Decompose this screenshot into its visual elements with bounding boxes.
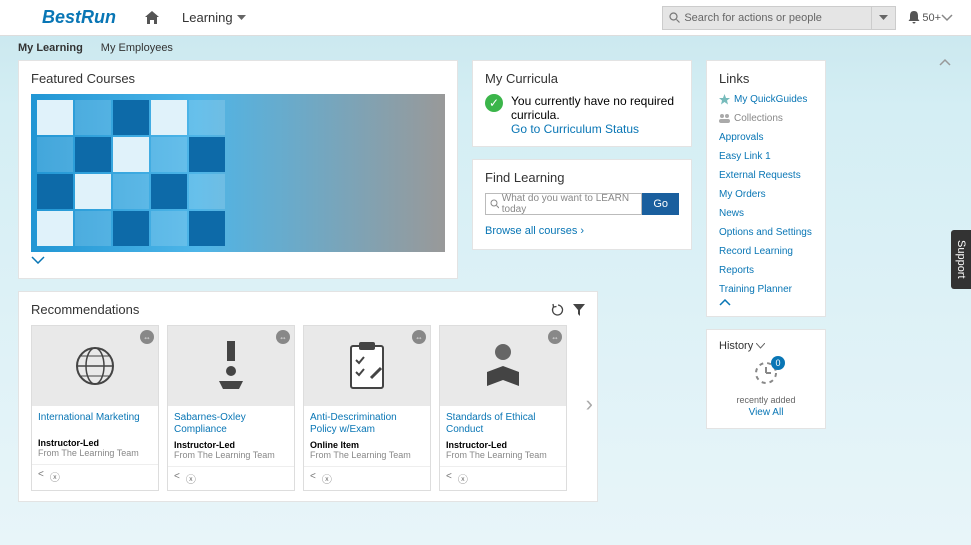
- tab-my-learning[interactable]: My Learning: [18, 42, 83, 54]
- card-source: From The Learning Team: [38, 448, 152, 458]
- recommendation-card: ⇔ Anti-Descrimination Policy w/Exam Onli…: [303, 325, 431, 491]
- recommendation-card: ⇔ Standards of Ethical Conduct Instructo…: [439, 325, 567, 491]
- collections-link[interactable]: Collections: [719, 113, 813, 124]
- link-item[interactable]: Training Planner: [719, 284, 813, 295]
- search-placeholder: Search for actions or people: [684, 12, 822, 24]
- card-title-link[interactable]: Anti-Descrimination Policy w/Exam: [310, 412, 424, 436]
- search-dropdown-button[interactable]: [872, 6, 896, 30]
- link-item[interactable]: Easy Link 1: [719, 151, 813, 162]
- nav-dropdown-label: Learning: [182, 10, 233, 25]
- history-viewall-link[interactable]: View All: [719, 407, 813, 418]
- link-item[interactable]: News: [719, 208, 813, 219]
- card-title-link[interactable]: International Marketing: [38, 412, 152, 434]
- people-icon: [719, 113, 730, 124]
- notifications-button[interactable]: 50+: [908, 11, 941, 24]
- find-placeholder: What do you want to LEARN today: [502, 193, 638, 215]
- carousel-next-button[interactable]: ›: [586, 391, 593, 417]
- recommendations-title: Recommendations: [31, 302, 543, 317]
- chevron-down-icon: [237, 15, 246, 21]
- find-title: Find Learning: [485, 170, 679, 185]
- find-learning-panel: Find Learning What do you want to LEARN …: [472, 159, 692, 250]
- links-title: Links: [719, 71, 813, 86]
- history-count-badge: 0: [771, 356, 785, 370]
- share-icon[interactable]: <: [310, 471, 316, 486]
- link-badge-icon[interactable]: ⇔: [276, 330, 290, 344]
- card-title-link[interactable]: Standards of Ethical Conduct: [446, 412, 560, 436]
- dismiss-icon[interactable]: ⓧ: [50, 469, 60, 484]
- link-item[interactable]: My Orders: [719, 189, 813, 200]
- featured-image[interactable]: [31, 94, 445, 252]
- links-panel: Links My QuickGuides Collections Approva…: [706, 60, 826, 317]
- dismiss-icon[interactable]: ⓧ: [322, 471, 332, 486]
- user-menu-dropdown[interactable]: [941, 14, 953, 22]
- history-panel: History 0 recently added View All: [706, 329, 826, 429]
- card-title-link[interactable]: Sabarnes-Oxley Compliance: [174, 412, 288, 436]
- quickguides-link[interactable]: My QuickGuides: [719, 94, 813, 105]
- featured-expand-button[interactable]: [31, 252, 445, 268]
- share-icon[interactable]: <: [174, 471, 180, 486]
- recommendation-card: ⇔ International Marketing Instructor-Led…: [31, 325, 159, 491]
- tab-my-employees[interactable]: My Employees: [101, 42, 173, 54]
- card-type: Instructor-Led: [174, 440, 288, 450]
- share-icon[interactable]: <: [446, 471, 452, 486]
- link-item[interactable]: Record Learning: [719, 246, 813, 257]
- curricula-message: You currently have no required curricula…: [511, 94, 679, 122]
- recommendation-card: ⇔ Sabarnes-Oxley Compliance Instructor-L…: [167, 325, 295, 491]
- card-type: Instructor-Led: [38, 438, 152, 448]
- chevron-down-icon: [756, 343, 765, 349]
- share-icon[interactable]: <: [38, 469, 44, 484]
- notif-count: 50+: [922, 12, 941, 24]
- browse-courses-link[interactable]: Browse all courses ›: [485, 225, 584, 237]
- featured-courses-panel: Featured Courses: [18, 60, 458, 279]
- card-thumbnail[interactable]: ⇔: [32, 326, 158, 406]
- curricula-title: My Curricula: [485, 71, 679, 86]
- link-item[interactable]: Reports: [719, 265, 813, 276]
- my-curricula-panel: My Curricula ✓ You currently have no req…: [472, 60, 692, 147]
- bell-icon: [908, 11, 920, 24]
- card-type: Online Item: [310, 440, 424, 450]
- featured-title: Featured Courses: [31, 71, 445, 86]
- link-item[interactable]: Approvals: [719, 132, 813, 143]
- global-search-input[interactable]: Search for actions or people: [662, 6, 872, 30]
- chevron-down-icon: [879, 15, 888, 21]
- curriculum-status-link[interactable]: Go to Curriculum Status: [511, 122, 679, 136]
- chevron-down-icon: [941, 14, 953, 22]
- link-badge-icon[interactable]: ⇔: [548, 330, 562, 344]
- card-source: From The Learning Team: [174, 450, 288, 460]
- card-type: Instructor-Led: [446, 440, 560, 450]
- link-badge-icon[interactable]: ⇔: [412, 330, 426, 344]
- home-icon[interactable]: [144, 11, 160, 25]
- card-source: From The Learning Team: [310, 450, 424, 460]
- card-thumbnail[interactable]: ⇔: [304, 326, 430, 406]
- dismiss-icon[interactable]: ⓧ: [186, 471, 196, 486]
- clock-icon: 0: [753, 360, 779, 386]
- dismiss-icon[interactable]: ⓧ: [458, 471, 468, 486]
- globe-icon: [72, 343, 118, 389]
- link-badge-icon[interactable]: ⇔: [140, 330, 154, 344]
- search-icon: [490, 199, 499, 209]
- clipboard-check-icon: [347, 342, 387, 390]
- go-button[interactable]: Go: [642, 193, 679, 215]
- card-thumbnail[interactable]: ⇔: [168, 326, 294, 406]
- brand-logo[interactable]: BestRun: [42, 7, 116, 28]
- search-icon: [669, 12, 680, 23]
- support-tab[interactable]: Support: [951, 230, 971, 289]
- find-learning-input[interactable]: What do you want to LEARN today: [485, 193, 642, 215]
- check-circle-icon: ✓: [485, 94, 503, 112]
- card-source: From The Learning Team: [446, 450, 560, 460]
- card-thumbnail[interactable]: ⇔: [440, 326, 566, 406]
- link-item[interactable]: External Requests: [719, 170, 813, 181]
- exclamation-badge-icon: [209, 341, 253, 391]
- history-toggle[interactable]: History: [719, 340, 813, 352]
- history-subtitle: recently added: [719, 395, 813, 405]
- link-item[interactable]: Options and Settings: [719, 227, 813, 238]
- nav-dropdown-learning[interactable]: Learning: [182, 10, 246, 25]
- person-book-icon: [481, 342, 525, 390]
- links-collapse-button[interactable]: [719, 299, 813, 306]
- star-icon: [719, 94, 730, 105]
